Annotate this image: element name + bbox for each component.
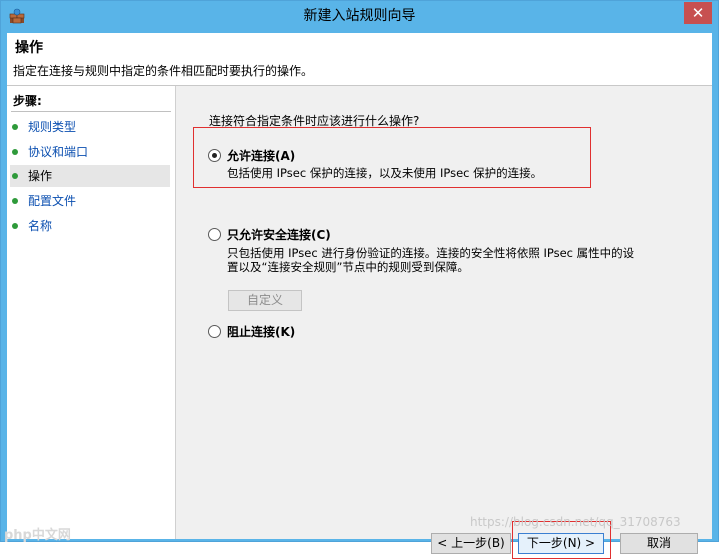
wizard-client: 操作 指定在连接与规则中指定的条件相匹配时要执行的操作。 步骤: 规则类型 协议… [7, 33, 712, 559]
block-connection-radio[interactable] [208, 325, 221, 338]
sidebar-item-label: 规则类型 [28, 120, 77, 134]
step-dot-icon [12, 198, 18, 204]
allow-connection-description: 包括使用 IPsec 保护的连接，以及未使用 IPsec 保护的连接。 [227, 166, 543, 180]
sidebar-item-protocol-ports[interactable]: 协议和端口 [10, 141, 170, 163]
wizard-window: 新建入站规则向导 ✕ 操作 指定在连接与规则中指定的条件相匹配时要执行的操作。 … [0, 0, 719, 559]
secure-connection-description-line2: 置以及“连接安全规则”节点中的规则受到保障。 [227, 260, 469, 274]
allow-connection-label[interactable]: 允许连接(A) [227, 147, 295, 164]
secure-connection-label[interactable]: 只允许安全连接(C) [227, 226, 331, 243]
steps-divider [11, 111, 171, 112]
sidebar-item-label: 名称 [28, 219, 53, 233]
csdn-watermark: https://blog.csdn.net/qq_31708763 [470, 515, 681, 529]
cancel-button[interactable]: 取消 [620, 533, 698, 554]
allow-connection-radio[interactable] [208, 149, 221, 162]
steps-sidebar: 步骤: 规则类型 协议和端口 操作 配置文件 名称 [7, 86, 176, 539]
page-description: 指定在连接与规则中指定的条件相匹配时要执行的操作。 [13, 64, 314, 78]
step-dot-icon [12, 173, 18, 179]
step-dot-icon [12, 124, 18, 130]
main-panel: 连接符合指定条件时应该进行什么操作? 允许连接(A) 包括使用 IPsec 保护… [176, 86, 712, 559]
window-title: 新建入站规则向导 [303, 8, 416, 24]
sidebar-item-name[interactable]: 名称 [10, 215, 170, 237]
steps-label: 步骤: [13, 94, 42, 108]
sidebar-item-label: 协议和端口 [28, 145, 89, 159]
page-header: 操作 指定在连接与规则中指定的条件相匹配时要执行的操作。 [7, 33, 712, 86]
sidebar-item-rule-type[interactable]: 规则类型 [10, 116, 170, 138]
sidebar-item-profile[interactable]: 配置文件 [10, 190, 170, 212]
step-dot-icon [12, 223, 18, 229]
step-dot-icon [12, 149, 18, 155]
php-watermark-logo: php中文网 [4, 528, 71, 543]
secure-connection-radio[interactable] [208, 228, 221, 241]
customize-button[interactable]: 自定义 [228, 290, 302, 311]
secure-connection-description-line1: 只包括使用 IPsec 进行身份验证的连接。连接的安全性将依照 IPsec 属性… [227, 246, 635, 260]
sidebar-item-label: 配置文件 [28, 194, 77, 208]
sidebar-item-label: 操作 [28, 169, 53, 183]
close-button[interactable]: ✕ [684, 2, 712, 24]
close-icon: ✕ [691, 4, 705, 22]
block-connection-label[interactable]: 阻止连接(K) [227, 323, 295, 340]
page-title: 操作 [15, 40, 43, 56]
back-button[interactable]: < 上一步(B) [431, 533, 511, 554]
title-bar[interactable]: 新建入站规则向导 ✕ [1, 1, 718, 33]
sidebar-item-action[interactable]: 操作 [10, 165, 170, 187]
